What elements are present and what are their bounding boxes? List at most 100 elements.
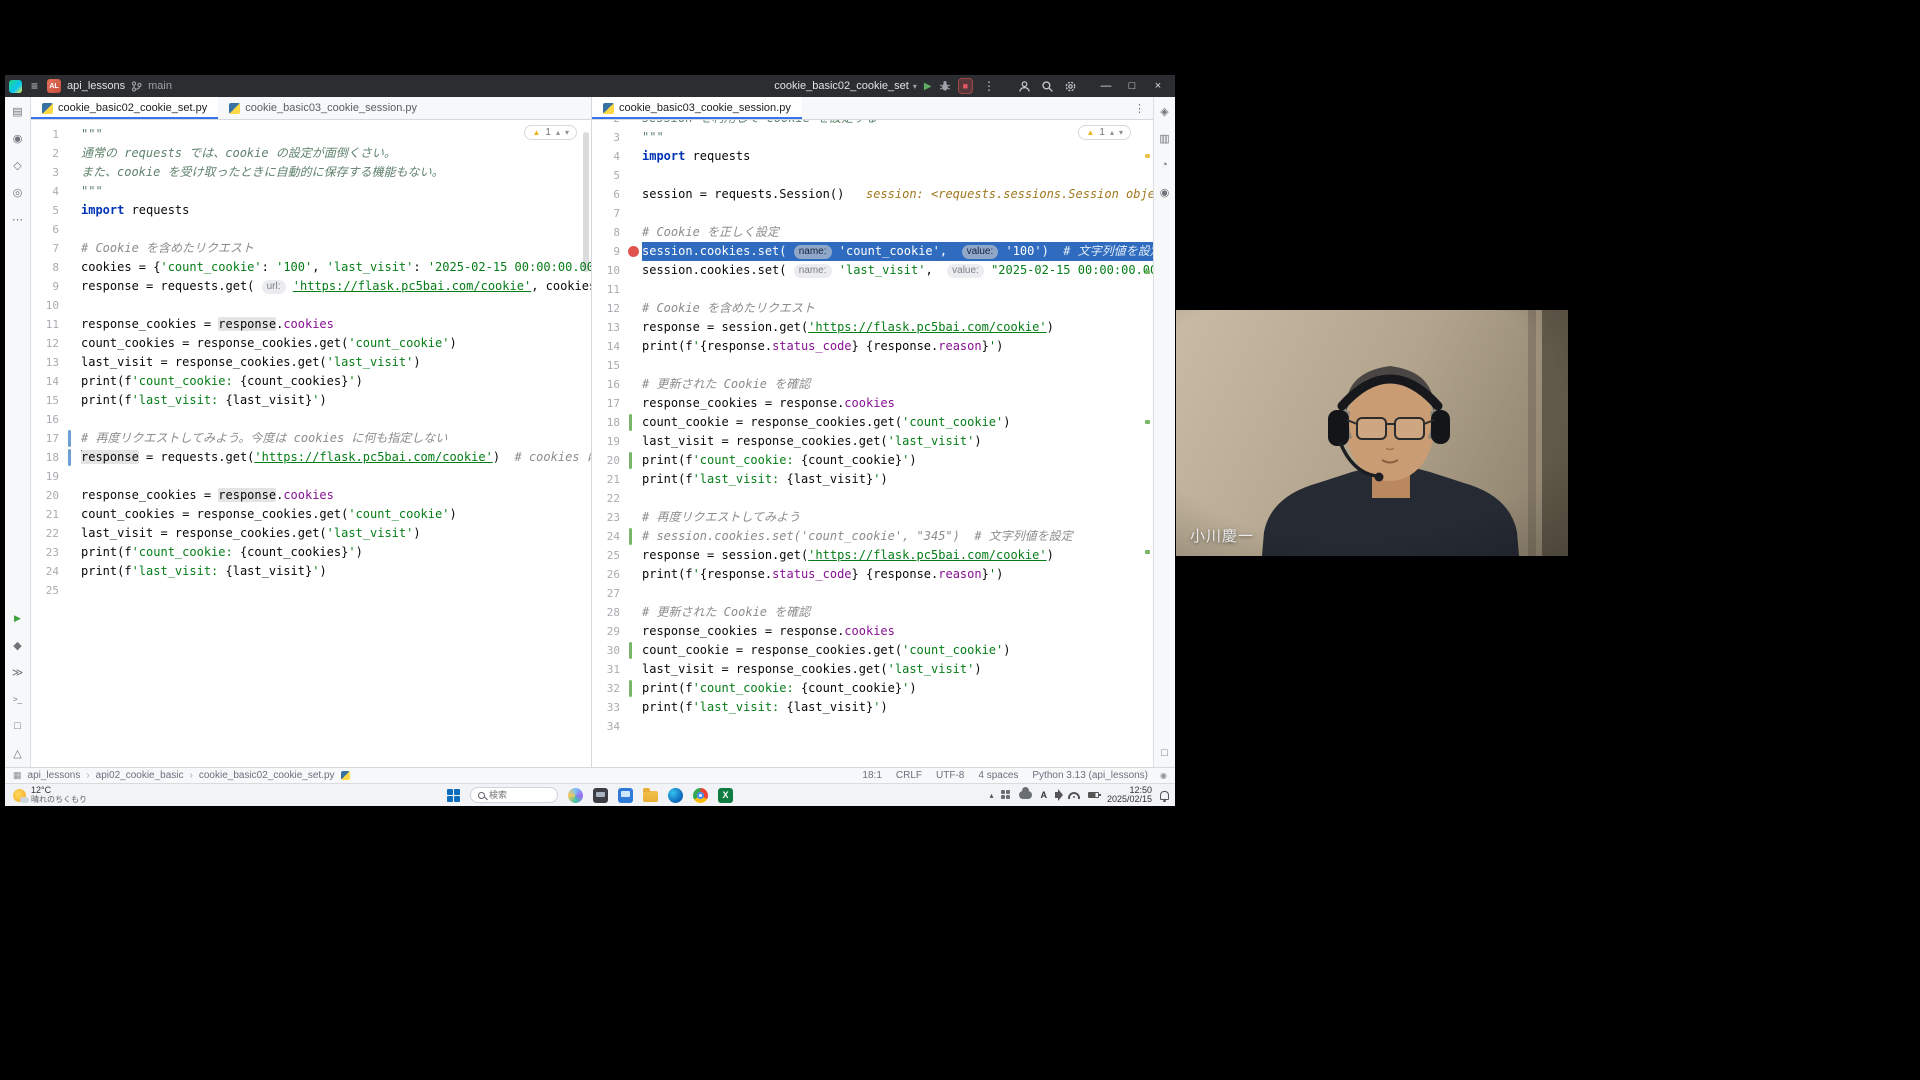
status-item[interactable]: 4 spaces	[978, 770, 1018, 781]
code-text[interactable]: count_cookie = response_cookies.get('cou…	[642, 641, 1153, 660]
code-line[interactable]: 21count_cookies = response_cookies.get('…	[31, 505, 591, 524]
code-text[interactable]: response_cookies = response.cookies	[81, 315, 591, 334]
line-number[interactable]: 6	[592, 185, 626, 204]
gutter[interactable]	[626, 185, 642, 204]
code-text[interactable]: import requests	[81, 201, 591, 220]
code-text[interactable]: """	[81, 182, 591, 201]
code-line[interactable]: 18 count_cookie = response_cookies.get('c…	[592, 413, 1153, 432]
code-line[interactable]: 4import requests	[592, 147, 1153, 166]
code-text[interactable]: response_cookies = response.cookies	[81, 486, 591, 505]
gutter[interactable]	[626, 660, 642, 679]
code-text[interactable]: print(f'last_visit: {last_visit}')	[81, 391, 591, 410]
code-text[interactable]: count_cookie = response_cookies.get('cou…	[642, 413, 1153, 432]
code-line[interactable]: 33print(f'last_visit: {last_visit}')	[592, 698, 1153, 717]
line-number[interactable]: 13	[592, 318, 626, 337]
code-line[interactable]: 2session を利用して cookie を設定する	[592, 120, 1153, 128]
code-line[interactable]: 17response_cookies = response.cookies	[592, 394, 1153, 413]
gutter[interactable]	[65, 429, 81, 448]
gutter[interactable]	[626, 280, 642, 299]
code-text[interactable]	[642, 356, 1153, 375]
code-line[interactable]: 14print(f'count_cookie: {count_cookies}'…	[31, 372, 591, 391]
code-text[interactable]: cookies = {'count_cookie': '100', 'last_…	[81, 258, 591, 277]
line-number[interactable]: 7	[31, 239, 65, 258]
line-number[interactable]: 6	[31, 220, 65, 239]
database-tool-icon[interactable]: ▥	[1156, 129, 1174, 147]
gutter[interactable]	[626, 394, 642, 413]
code-line[interactable]: 32print(f'count_cookie: {count_cookie}')	[592, 679, 1153, 698]
code-line[interactable]: 6	[31, 220, 591, 239]
line-number[interactable]: 2	[31, 144, 65, 163]
code-text[interactable]: session.cookies.set( name: 'count_cookie…	[642, 242, 1153, 261]
code-text[interactable]	[81, 467, 591, 486]
line-number[interactable]: 23	[592, 508, 626, 527]
line-number[interactable]: 20	[592, 451, 626, 470]
code-line[interactable]: 22	[592, 489, 1153, 508]
line-number[interactable]: 19	[31, 467, 65, 486]
error-stripe-mark[interactable]	[1145, 154, 1150, 158]
python-console-tool-icon[interactable]: ≫	[9, 663, 27, 681]
code-line[interactable]: 5import requests	[31, 201, 591, 220]
code-line[interactable]: 17# 再度リクエストしてみよう。今度は cookies に何も指定しない	[31, 429, 591, 448]
tab-cookie-basic02[interactable]: cookie_basic02_cookie_set.py	[31, 97, 218, 119]
gutter[interactable]	[626, 375, 642, 394]
code-line[interactable]: 25	[31, 581, 591, 600]
line-number[interactable]: 18	[592, 413, 626, 432]
code-line[interactable]: 16# 更新された Cookie を確認	[592, 375, 1153, 394]
code-text[interactable]	[81, 220, 591, 239]
code-line[interactable]: 13response = session.get('https://flask.…	[592, 318, 1153, 337]
code-line[interactable]: 6session = requests.Session() session: <…	[592, 185, 1153, 204]
taskbar-clock[interactable]: 12:50 2025/02/15	[1107, 786, 1152, 804]
code-line[interactable]: 12# Cookie を含めたリクエスト	[592, 299, 1153, 318]
breadcrumb-item[interactable]: cookie_basic02_cookie_set.py	[199, 770, 335, 781]
code-line[interactable]: 25response = session.get('https://flask.…	[592, 546, 1153, 565]
code-text[interactable]	[642, 489, 1153, 508]
gutter[interactable]	[626, 166, 642, 185]
notifications-tool-icon[interactable]: ◉	[1156, 183, 1174, 201]
run-tool-icon[interactable]: ▶	[9, 609, 27, 627]
run-button[interactable]: ▶	[924, 81, 932, 92]
gutter[interactable]	[65, 448, 81, 467]
code-line[interactable]: 1"""	[31, 125, 591, 144]
code-text[interactable]: import requests	[642, 147, 1153, 166]
gutter[interactable]	[626, 698, 642, 717]
code-text[interactable]: last_visit = response_cookies.get('last_…	[81, 353, 591, 372]
gutter[interactable]	[626, 413, 642, 432]
problems-tool-icon[interactable]: △	[9, 744, 27, 762]
code-text[interactable]: session を利用して cookie を設定する	[642, 120, 1153, 128]
code-line[interactable]: 34	[592, 717, 1153, 736]
line-number[interactable]: 31	[592, 660, 626, 679]
line-number[interactable]: 13	[31, 353, 65, 372]
gutter[interactable]	[65, 163, 81, 182]
line-number[interactable]: 17	[592, 394, 626, 413]
code-line[interactable]: 19	[31, 467, 591, 486]
code-line[interactable]: 19last_visit = response_cookies.get('las…	[592, 432, 1153, 451]
status-item[interactable]: UTF-8	[936, 770, 964, 781]
wifi-icon[interactable]	[1068, 792, 1080, 799]
gutter[interactable]	[626, 337, 642, 356]
line-number[interactable]: 21	[592, 470, 626, 489]
code-line[interactable]: 11	[592, 280, 1153, 299]
gutter[interactable]	[626, 565, 642, 584]
next-problem-icon[interactable]: ▾	[1119, 128, 1123, 137]
code-line[interactable]: 10session.cookies.set( name: 'last_visit…	[592, 261, 1153, 280]
gutter[interactable]	[65, 372, 81, 391]
hidden-icons-chevron[interactable]: ▴	[989, 791, 993, 800]
gutter[interactable]	[65, 182, 81, 201]
code-text[interactable]: # 再度リクエストしてみよう。今度は cookies に何も指定しない	[81, 429, 591, 448]
code-line[interactable]: 28# 更新された Cookie を確認	[592, 603, 1153, 622]
error-stripe-mark[interactable]	[1145, 420, 1150, 424]
code-line[interactable]: 29response_cookies = response.cookies	[592, 622, 1153, 641]
start-button[interactable]	[447, 789, 460, 802]
file-explorer-icon[interactable]	[643, 791, 658, 802]
gutter[interactable]	[626, 622, 642, 641]
code-text[interactable]: print(f'{response.status_code} {response…	[642, 565, 1153, 584]
project-name[interactable]: api_lessons	[67, 80, 125, 92]
line-number[interactable]: 10	[592, 261, 626, 280]
gutter[interactable]	[626, 508, 642, 527]
tab-cookie-basic03[interactable]: cookie_basic03_cookie_session.py	[218, 97, 428, 119]
line-number[interactable]: 12	[592, 299, 626, 318]
code-text[interactable]: response_cookies = response.cookies	[642, 622, 1153, 641]
line-number[interactable]: 16	[31, 410, 65, 429]
gutter[interactable]	[65, 144, 81, 163]
gutter[interactable]	[65, 125, 81, 144]
